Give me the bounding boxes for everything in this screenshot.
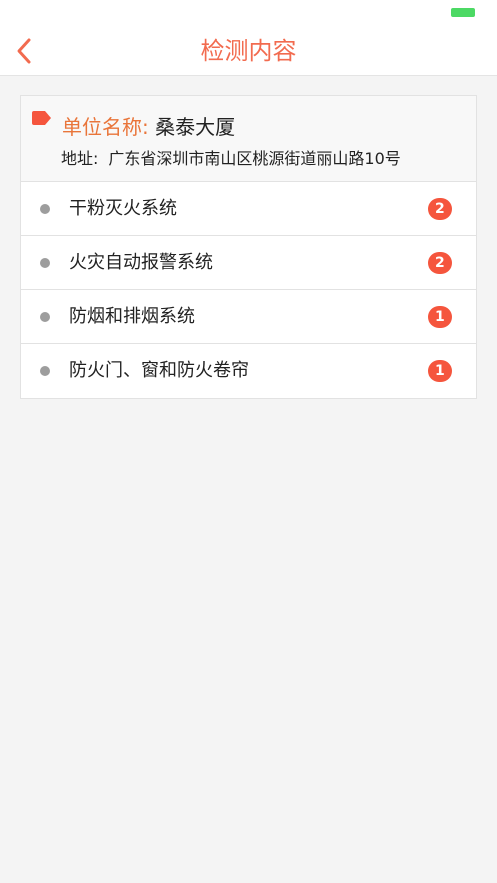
- nav-bar: 检测内容: [0, 26, 497, 76]
- inspection-card: 单位名称: 桑泰大厦 地址: 广东省深圳市南山区桃源街道丽山路10号 干粉灭火系统…: [20, 95, 477, 399]
- list-item-fire-alarm[interactable]: 火灾自动报警系统 2: [21, 236, 476, 290]
- list-item-label: 火灾自动报警系统: [69, 252, 213, 273]
- back-button[interactable]: [8, 34, 40, 68]
- list-item-label: 防烟和排烟系统: [69, 306, 195, 327]
- list-item-dry-powder[interactable]: 干粉灭火系统 2: [21, 182, 476, 236]
- unit-name-label: 单位名称:: [62, 115, 149, 139]
- bullet-dot: [40, 258, 50, 268]
- chevron-left-icon: [17, 38, 31, 64]
- page-title: 检测内容: [200, 37, 297, 65]
- list-item-label: 防火门、窗和防火卷帘: [69, 360, 249, 381]
- tag-icon: [32, 111, 51, 125]
- unit-header: 单位名称: 桑泰大厦 地址: 广东省深圳市南山区桃源街道丽山路10号: [21, 96, 476, 182]
- address-line: 地址: 广东省深圳市南山区桃源街道丽山路10号: [61, 145, 401, 169]
- list-item-label: 干粉灭火系统: [69, 198, 177, 219]
- unit-name: 桑泰大厦: [155, 115, 236, 139]
- unit-name-line: 单位名称: 桑泰大厦: [62, 111, 235, 140]
- address-label: 地址:: [61, 149, 99, 168]
- bullet-dot: [40, 366, 50, 376]
- address-value: 广东省深圳市南山区桃源街道丽山路10号: [108, 149, 401, 168]
- battery-icon: [451, 8, 475, 17]
- bullet-dot: [40, 312, 50, 322]
- count-badge: 2: [428, 198, 452, 220]
- count-badge: 1: [428, 360, 452, 382]
- count-badge: 1: [428, 306, 452, 328]
- list-item-smoke-exhaust[interactable]: 防烟和排烟系统 1: [21, 290, 476, 344]
- bullet-dot: [40, 204, 50, 214]
- status-bar: [0, 0, 497, 26]
- count-badge: 2: [428, 252, 452, 274]
- list-item-fire-doors[interactable]: 防火门、窗和防火卷帘 1: [21, 344, 476, 398]
